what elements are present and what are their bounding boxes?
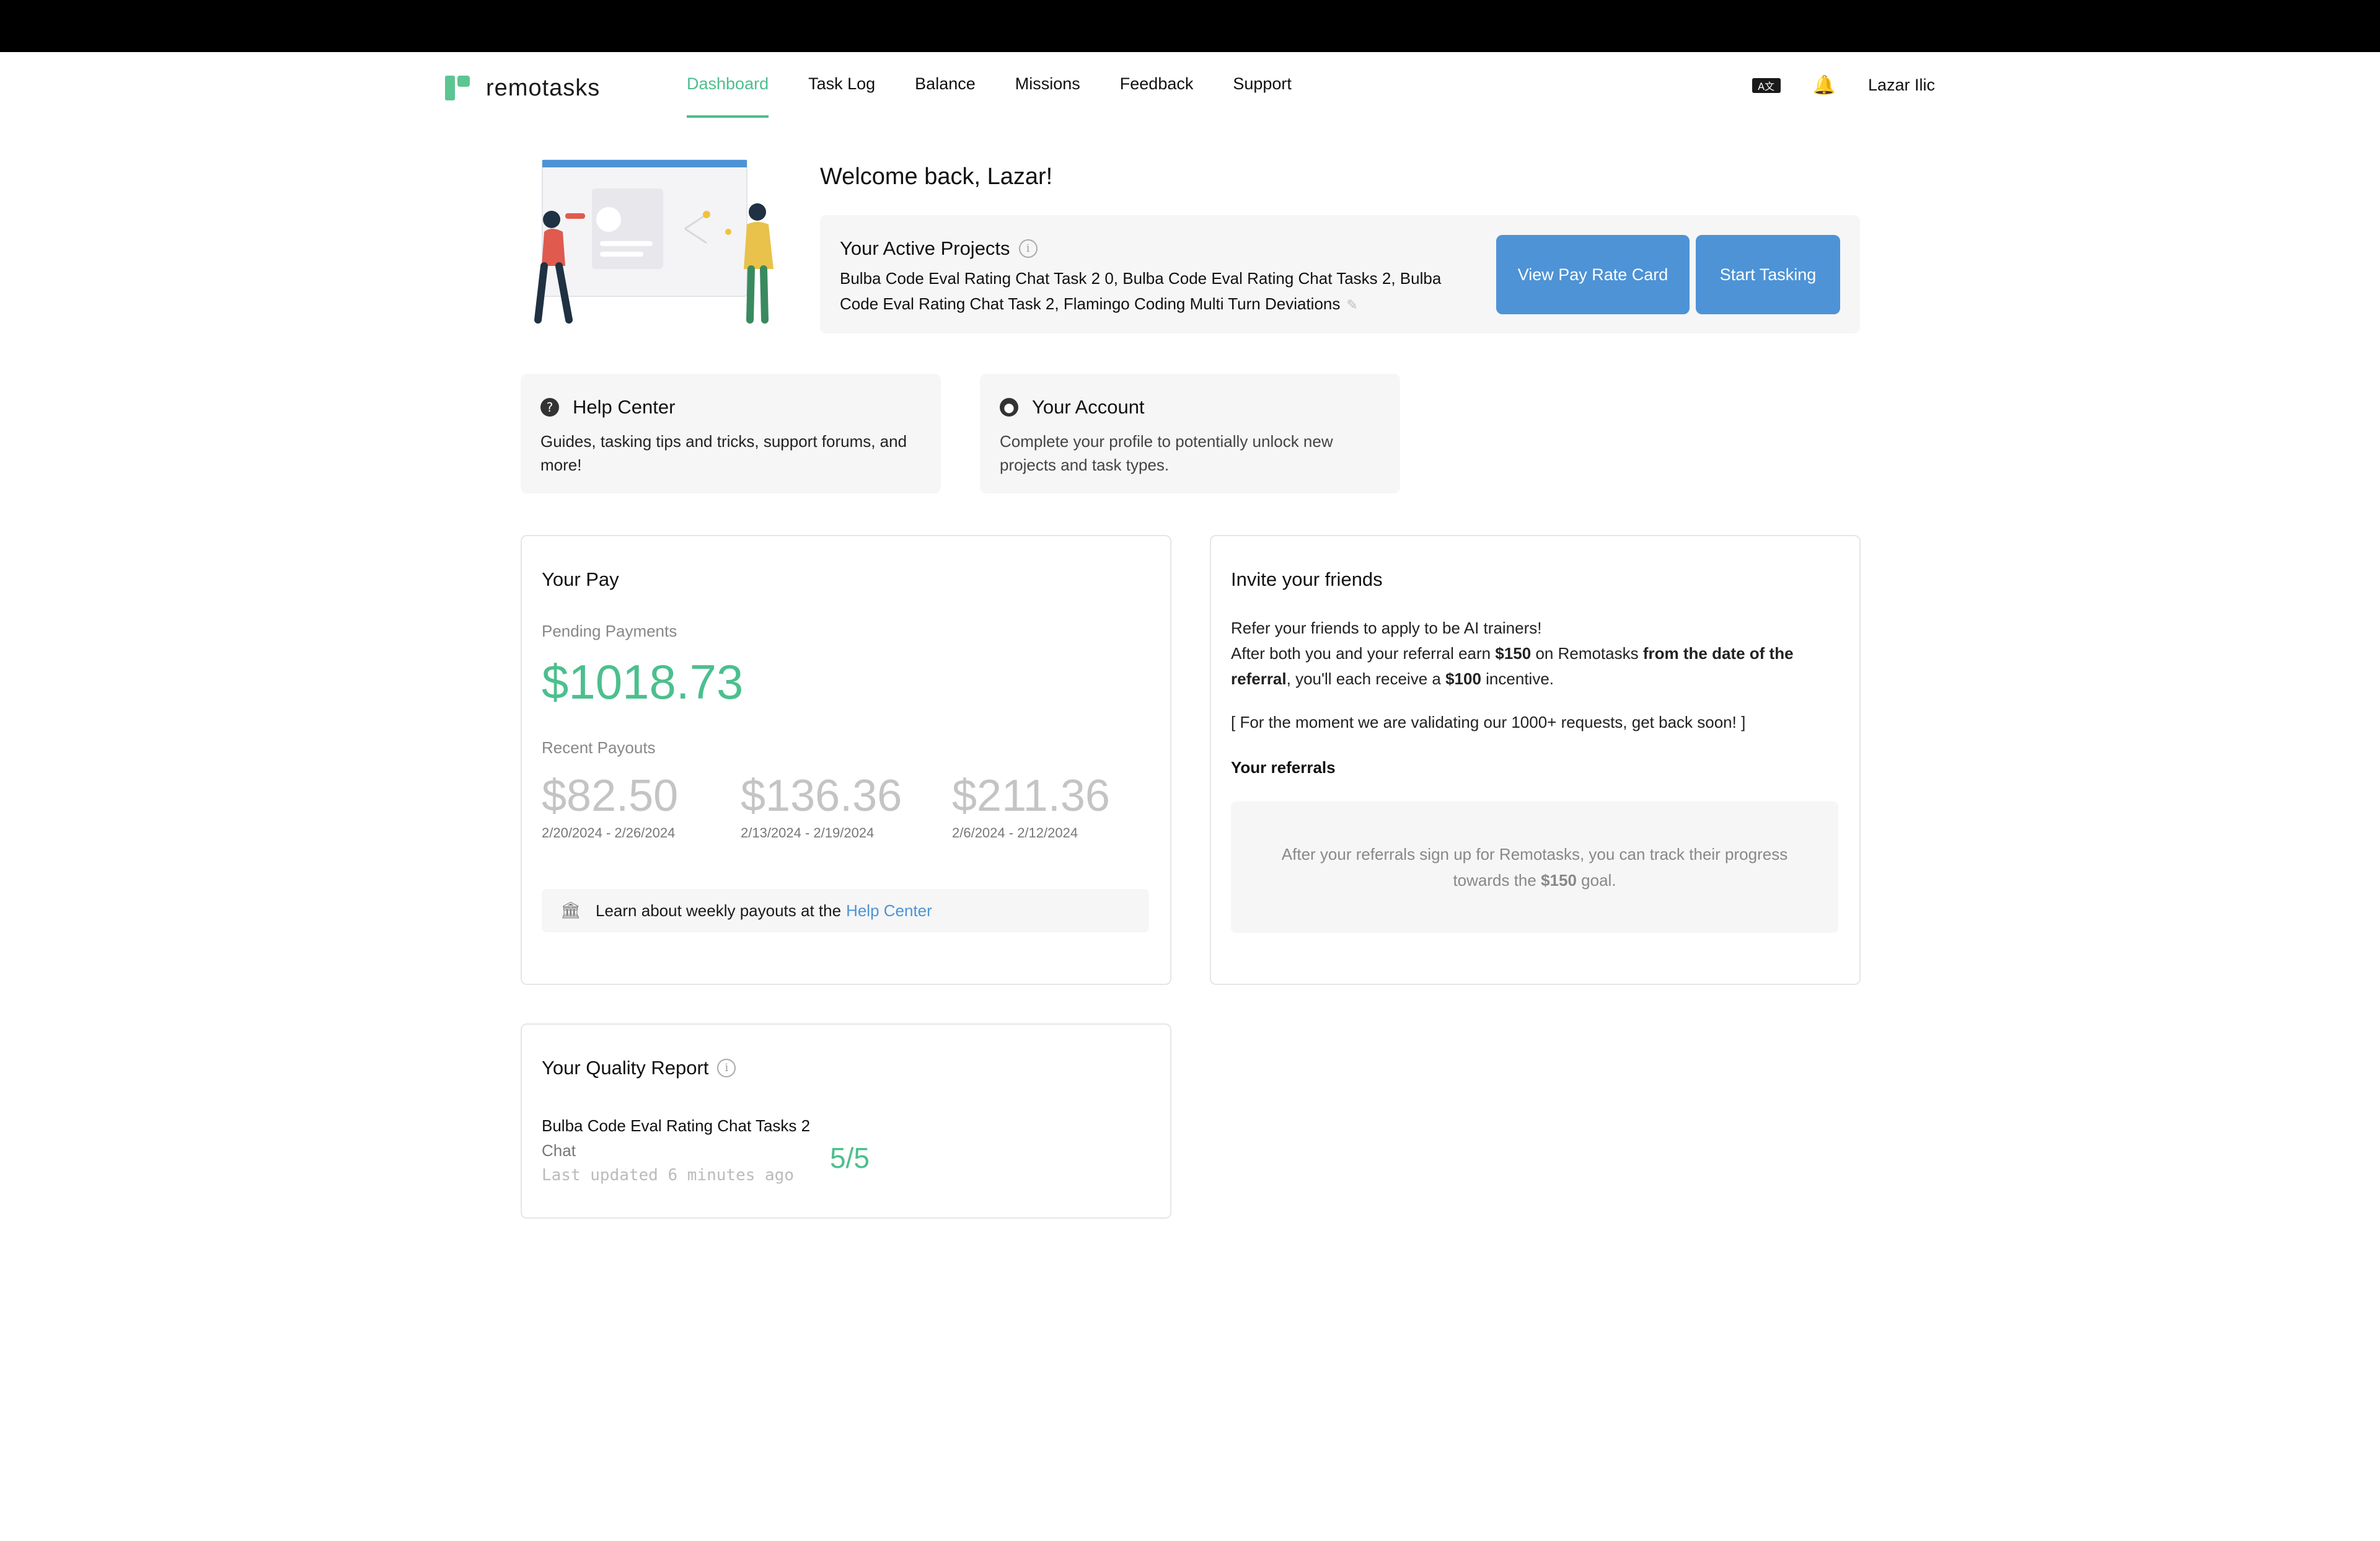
bell-icon[interactable]: 🔔 — [1813, 74, 1836, 96]
quality-project-type: Chat — [542, 1141, 576, 1160]
user-menu[interactable]: Lazar Ilic — [1868, 76, 1935, 95]
nav-missions[interactable]: Missions — [1015, 74, 1080, 121]
nav-task-log[interactable]: Task Log — [808, 74, 875, 121]
invite-friends-title: Invite your friends — [1231, 568, 1383, 590]
bank-icon: 🏛 — [560, 901, 581, 920]
referrals-empty-part: goal. — [1581, 871, 1616, 890]
recent-payouts-label: Recent Payouts — [542, 738, 656, 757]
payout-item: $82.50 2/20/2024 - 2/26/2024 — [542, 770, 678, 841]
pending-payments-amount: $1018.73 — [542, 655, 744, 709]
referrals-empty-part: After your referrals sign up for Remotas… — [1281, 845, 1788, 890]
help-center-label: Help Center — [573, 396, 676, 418]
payout-amount: $82.50 — [542, 771, 679, 821]
logo-text: remotasks — [486, 74, 601, 101]
logo-icon — [445, 74, 472, 102]
your-account-title: ● Your Account — [1000, 396, 1145, 418]
quality-report-label: Your Quality Report — [542, 1057, 709, 1079]
nav-balance[interactable]: Balance — [915, 74, 976, 121]
invite-amount-100: $100 — [1445, 669, 1481, 688]
your-account-description: Complete your profile to potentially unl… — [1000, 432, 1333, 474]
payout-range: 2/20/2024 - 2/26/2024 — [542, 825, 676, 841]
invite-text-part: incentive. — [1486, 669, 1554, 688]
invite-text-part: , you'll each receive a — [1286, 669, 1441, 688]
payout-amount: $211.36 — [952, 771, 1110, 821]
referrals-goal-amount: $150 — [1541, 871, 1577, 890]
nav-support[interactable]: Support — [1233, 74, 1292, 121]
question-circle-icon: ? — [540, 398, 559, 417]
invite-description: Refer your friends to apply to be AI tra… — [1231, 616, 1844, 692]
quality-last-updated: Last updated 6 minutes ago — [542, 1166, 794, 1185]
help-center-card[interactable]: ? Help Center Guides, tasking tips and t… — [521, 374, 941, 493]
quality-project-name: Bulba Code Eval Rating Chat Tasks 2 — [542, 1116, 811, 1135]
welcome-title: Welcome back, Lazar! — [820, 164, 1053, 190]
browser-top-bar — [0, 0, 2380, 52]
quality-score: 5/5 — [830, 1142, 870, 1174]
weekly-payouts-text: Learn about weekly payouts at the — [596, 901, 842, 920]
invite-amount-150: $150 — [1495, 644, 1532, 663]
translate-icon[interactable]: A文 — [1752, 77, 1781, 93]
active-projects-title: Your Active Projects i — [840, 237, 1038, 260]
invite-line-1: Refer your friends to apply to be AI tra… — [1231, 619, 1542, 637]
your-account-label: Your Account — [1032, 396, 1145, 418]
edit-pencil-icon[interactable]: ✎ — [1346, 298, 1357, 313]
invite-friends-card: Invite your friends Refer your friends t… — [1210, 535, 1861, 985]
your-pay-title: Your Pay — [542, 568, 619, 590]
top-navigation: remotasks Dashboard Task Log Balance Mis… — [0, 52, 2380, 120]
help-center-description: Guides, tasking tips and tricks, support… — [540, 432, 907, 474]
validating-notice: [ For the moment we are validating our 1… — [1231, 713, 1746, 731]
payout-amount: $136.36 — [741, 771, 902, 821]
help-center-link[interactable]: Help Center — [846, 901, 932, 921]
payout-range: 2/13/2024 - 2/19/2024 — [741, 825, 875, 841]
weekly-payouts-info: 🏛 Learn about weekly payouts at the Help… — [542, 889, 1149, 932]
payout-range: 2/6/2024 - 2/12/2024 — [952, 825, 1078, 841]
payout-item: $211.36 2/6/2024 - 2/12/2024 — [952, 770, 1110, 841]
start-tasking-button[interactable]: Start Tasking — [1696, 235, 1840, 314]
invite-text-part: After both you and your referral earn — [1231, 644, 1491, 663]
view-pay-rate-card-button[interactable]: View Pay Rate Card — [1496, 235, 1690, 314]
your-referrals-label: Your referrals — [1231, 758, 1336, 777]
referrals-empty-state: After your referrals sign up for Remotas… — [1231, 801, 1838, 933]
nav-feedback[interactable]: Feedback — [1120, 74, 1194, 121]
your-pay-card: Your Pay Pending Payments $1018.73 Recen… — [521, 535, 1171, 985]
active-projects-list: Bulba Code Eval Rating Chat Task 2 0, Bu… — [840, 266, 1478, 318]
active-projects-panel: Your Active Projects i Bulba Code Eval R… — [820, 215, 1860, 333]
nav-right: A文 🔔 Lazar Ilic — [1752, 74, 1935, 96]
quality-report-card: Your Quality Report i Bulba Code Eval Ra… — [521, 1023, 1171, 1219]
help-center-title: ? Help Center — [540, 396, 675, 418]
pending-payments-label: Pending Payments — [542, 622, 677, 640]
user-circle-icon: ● — [1000, 398, 1018, 417]
payout-item: $136.36 2/13/2024 - 2/19/2024 — [741, 770, 902, 841]
nav-items: Dashboard Task Log Balance Missions Feed… — [687, 74, 1331, 121]
referrals-empty-text: After your referrals sign up for Remotas… — [1280, 841, 1789, 893]
nav-dashboard[interactable]: Dashboard — [687, 74, 769, 121]
info-icon[interactable]: i — [1018, 239, 1038, 258]
quality-report-title: Your Quality Report i — [542, 1057, 736, 1079]
info-icon[interactable]: i — [717, 1059, 736, 1077]
active-projects-label: Your Active Projects — [840, 237, 1010, 259]
your-account-card[interactable]: ● Your Account Complete your profile to … — [980, 374, 1400, 493]
remotasks-logo[interactable]: remotasks — [445, 74, 600, 102]
welcome-illustration — [534, 159, 774, 324]
invite-text-part: on Remotasks — [1535, 644, 1639, 663]
